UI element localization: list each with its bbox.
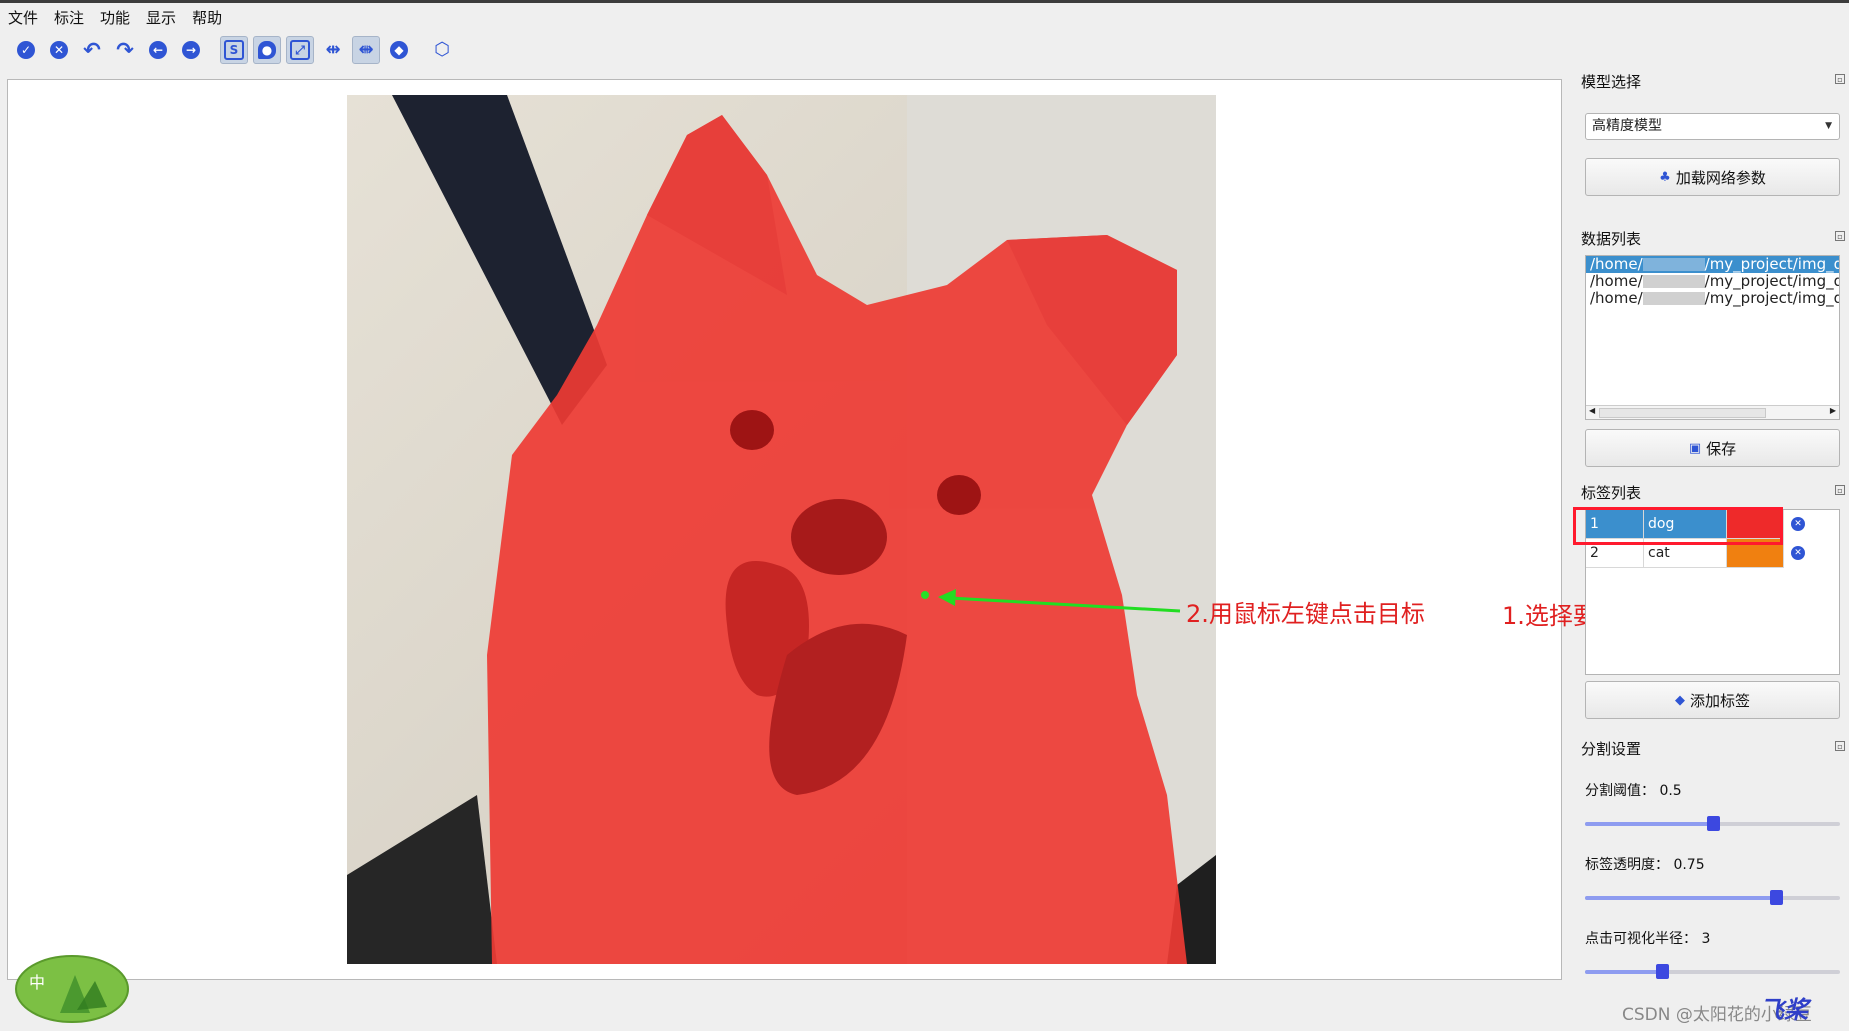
save-label: 保存	[1706, 439, 1737, 458]
float-panel-icon[interactable]: ▫	[1835, 231, 1845, 241]
threshold-slider[interactable]	[1585, 816, 1840, 832]
seg-section-title: 分割设置	[1581, 740, 1642, 758]
blurred-username	[1642, 258, 1705, 271]
load-params-label: 加载网络参数	[1675, 168, 1766, 187]
floppy-icon: ▣	[1688, 440, 1702, 456]
opacity-value: 0.75	[1673, 857, 1705, 873]
radius-slider[interactable]	[1585, 964, 1840, 980]
slider-handle[interactable]	[1770, 890, 1784, 905]
threshold-value: 0.5	[1659, 783, 1682, 799]
chevron-down-icon: ▼	[1825, 121, 1832, 131]
selection-highlight-box	[1573, 507, 1783, 545]
list-item[interactable]: /home//my_project/img_da	[1586, 290, 1839, 307]
model-select-value: 高精度模型	[1592, 118, 1662, 134]
load-params-button[interactable]: ♣ 加载网络参数	[1585, 158, 1840, 196]
list-item[interactable]: /home//my_project/img_da	[1586, 273, 1839, 290]
data-section-title: 数据列表	[1581, 230, 1642, 248]
labels-section-title: 标签列表	[1581, 484, 1642, 502]
add-label-label: 添加标签	[1689, 691, 1750, 710]
scroll-left-icon[interactable]: ◀	[1589, 406, 1595, 415]
float-panel-icon[interactable]: ▫	[1835, 741, 1845, 751]
blurred-username	[1642, 292, 1705, 305]
slider-handle[interactable]	[1706, 816, 1720, 831]
ime-indicator[interactable]: 中	[15, 955, 129, 1024]
model-select[interactable]: 高精度模型 ▼	[1585, 113, 1840, 140]
float-panel-icon[interactable]: ▫	[1835, 74, 1845, 84]
blurred-username	[1642, 275, 1705, 288]
radius-label: 点击可视化半径： 3	[1585, 931, 1711, 947]
save-button[interactable]: ▣ 保存	[1585, 429, 1840, 467]
opacity-slider[interactable]	[1585, 890, 1840, 906]
paddle-logo: 飞桨	[1760, 996, 1808, 1024]
network-icon: ♣	[1659, 169, 1671, 185]
ime-char: 中	[29, 973, 46, 992]
radius-value: 3	[1701, 931, 1711, 947]
step2-annotation: 2.用鼠标左键点击目标	[1186, 600, 1425, 628]
horizontal-scrollbar[interactable]: ◀ ▶	[1586, 405, 1839, 419]
float-panel-icon[interactable]: ▫	[1835, 485, 1845, 495]
threshold-label: 分割阈值： 0.5	[1585, 783, 1682, 799]
tag-icon: ◆	[1674, 692, 1685, 708]
right-panel: 模型选择 ▫ 高精度模型 ▼ ♣ 加载网络参数 数据列表 ▫ /home//my…	[1572, 68, 1849, 1031]
delete-label-icon[interactable]: ✕	[1791, 517, 1805, 531]
data-list[interactable]: /home//my_project/img_da /home//my_proje…	[1585, 255, 1840, 420]
scroll-right-icon[interactable]: ▶	[1830, 406, 1836, 415]
opacity-label: 标签透明度： 0.75	[1585, 857, 1705, 873]
scroll-thumb[interactable]	[1599, 408, 1766, 418]
add-label-button[interactable]: ◆ 添加标签	[1585, 681, 1840, 719]
delete-label-icon[interactable]: ✕	[1791, 546, 1805, 560]
slider-handle[interactable]	[1655, 964, 1669, 979]
model-section-title: 模型选择	[1581, 73, 1642, 91]
list-item[interactable]: /home//my_project/img_da	[1586, 256, 1839, 273]
